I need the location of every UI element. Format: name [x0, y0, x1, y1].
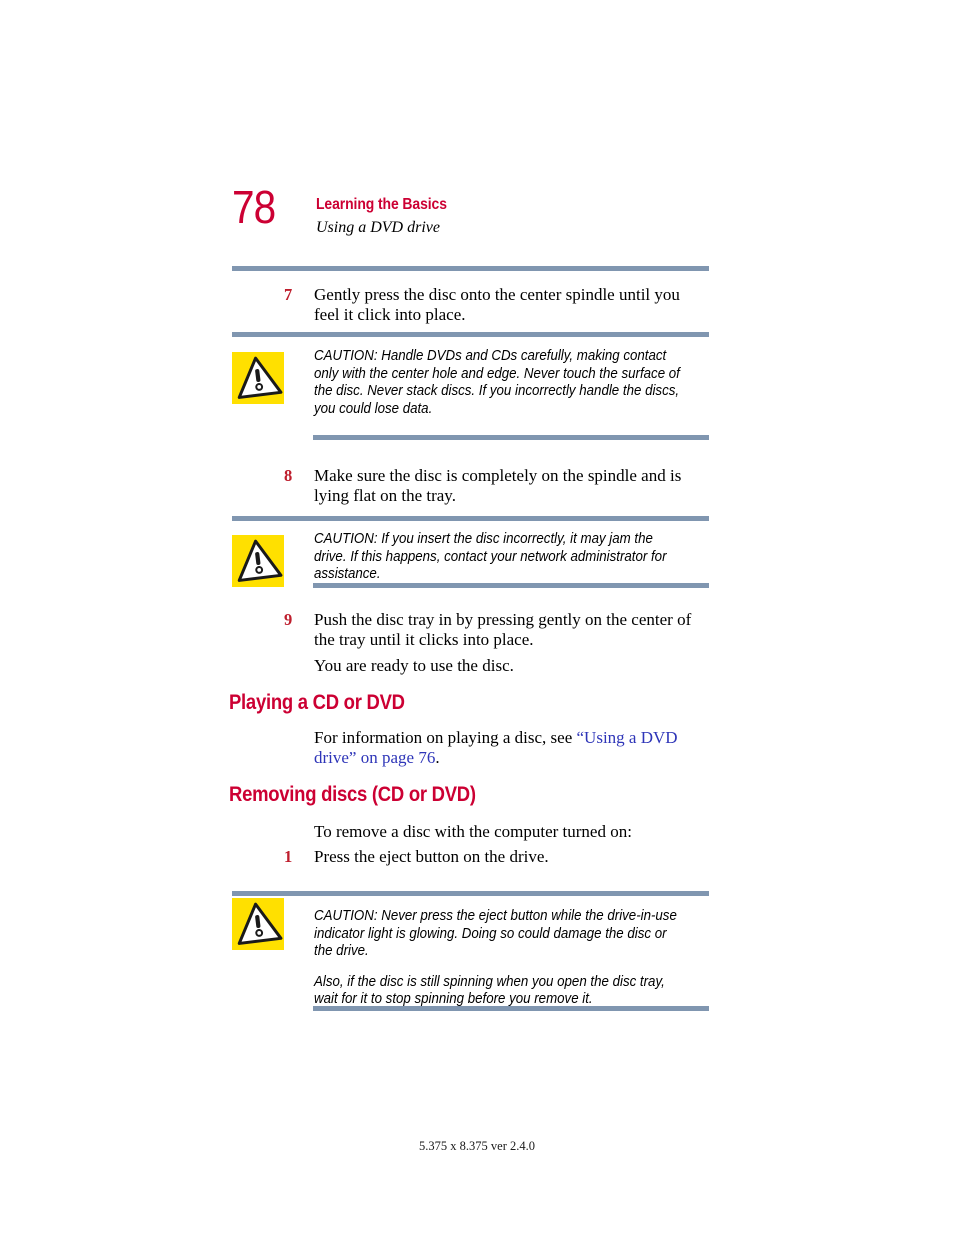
caution-paragraph: CAUTION: Never press the eject button wh…: [314, 908, 677, 960]
caution-paragraph: CAUTION: If you insert the disc incorrec…: [314, 531, 667, 583]
chapter-title: Learning the Basics: [316, 196, 447, 213]
section-heading-removing: Removing discs (CD or DVD): [229, 783, 476, 806]
caution-paragraph: CAUTION: Handle DVDs and CDs carefully, …: [314, 348, 680, 417]
caution-bottom-rule: [313, 435, 709, 440]
playing-body-tail: .: [435, 748, 440, 767]
step-text: Push the disc tray in by pressing gently…: [314, 610, 692, 649]
header-text-group: Learning the Basics Using a DVD drive: [316, 196, 461, 237]
caution-triangle-icon: [232, 898, 284, 950]
page-footer: 5.375 x 8.375 ver 2.4.0: [419, 1139, 535, 1153]
caution-bottom-rule: [313, 583, 709, 588]
caution-top-rule: [232, 891, 709, 896]
caution-bottom-rule: [313, 1006, 709, 1011]
step-followup-text: You are ready to use the disc.: [314, 656, 514, 675]
document-page: 78 Learning the Basics Using a DVD drive…: [0, 0, 954, 1235]
caution-top-rule: [232, 516, 709, 521]
step-text: Make sure the disc is completely on the …: [314, 466, 682, 505]
divider-rule: [232, 266, 709, 271]
caution-block-2: CAUTION: If you insert the disc incorrec…: [314, 531, 684, 584]
caution-block-1: CAUTION: Handle DVDs and CDs carefully, …: [314, 348, 684, 418]
removing-intro-text: To remove a disc with the computer turne…: [314, 822, 632, 841]
caution-top-rule: [232, 332, 709, 337]
section-heading-playing: Playing a CD or DVD: [229, 691, 405, 714]
caution-block-3: CAUTION: Never press the eject button wh…: [314, 908, 684, 1009]
page-number: 78: [232, 181, 276, 233]
caution-triangle-icon: [232, 352, 284, 404]
step-number: 1: [284, 847, 293, 866]
caution-paragraph: Also, if the disc is still spinning when…: [314, 973, 665, 1008]
step-number: 9: [284, 610, 293, 629]
step-text: Press the eject button on the drive.: [314, 847, 549, 866]
step-text: Gently press the disc onto the center sp…: [314, 285, 680, 324]
playing-body-lead: For information on playing a disc, see: [314, 728, 577, 747]
page-header: 78 Learning the Basics Using a DVD drive: [232, 182, 710, 248]
caution-triangle-icon: [232, 535, 284, 587]
step-number: 7: [284, 285, 293, 304]
section-subtitle: Using a DVD drive: [316, 219, 440, 236]
playing-body-text: For information on playing a disc, see “…: [314, 728, 710, 768]
step-number: 8: [284, 466, 293, 485]
